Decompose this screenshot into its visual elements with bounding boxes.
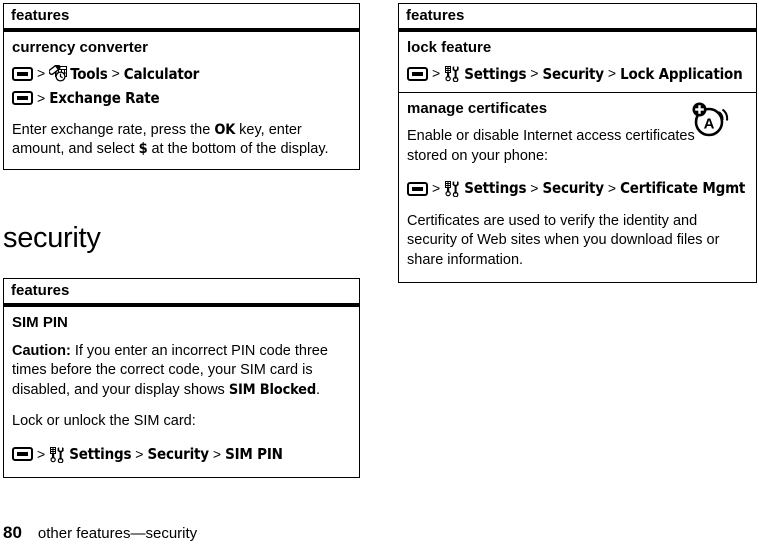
path-separator: > bbox=[37, 89, 46, 106]
path-separator: > bbox=[37, 445, 46, 462]
path-step-label: Certificate Mgmt bbox=[620, 179, 746, 198]
menu-path-lock-application: > Settings > Security > Lock Application bbox=[407, 63, 748, 86]
row-note: Certificates are used to verify the iden… bbox=[407, 212, 720, 268]
table-header-features: features bbox=[399, 4, 756, 33]
path-separator: > bbox=[530, 65, 539, 82]
menu-key-icon bbox=[12, 91, 33, 106]
certificate-badge-icon: A bbox=[690, 100, 732, 145]
menu-path-exchange-rate: > Exchange Rate bbox=[12, 87, 351, 110]
path-step-label: Security bbox=[147, 444, 209, 463]
path-separator: > bbox=[607, 65, 617, 82]
row-title-lock-feature: lock feature bbox=[407, 39, 492, 57]
menu-key-icon bbox=[407, 181, 428, 196]
row-title-currency-converter: currency converter bbox=[12, 39, 148, 57]
menu-key-icon bbox=[407, 66, 428, 81]
settings-icon bbox=[445, 181, 459, 198]
path-separator: > bbox=[212, 445, 222, 462]
row-description: Enable or disable Internet access certif… bbox=[407, 128, 695, 164]
path-step-label: Security bbox=[542, 64, 604, 83]
path-step-label: Calculator bbox=[123, 64, 200, 83]
screen-term-ok: OK bbox=[214, 121, 236, 138]
features-table-currency-converter: features currency converter > Tools > Ca… bbox=[3, 3, 360, 170]
row-instruction-text: Lock or unlock the SIM card: bbox=[12, 413, 196, 430]
svg-text:A: A bbox=[704, 116, 715, 133]
tools-icon bbox=[49, 65, 68, 82]
path-step-label: Settings bbox=[464, 64, 527, 83]
table-header-features: features bbox=[4, 4, 359, 33]
path-separator: > bbox=[135, 445, 144, 462]
path-step-label: SIM PIN bbox=[225, 444, 283, 463]
table-row: SIM PIN Caution: If you enter an incorre… bbox=[4, 307, 359, 477]
row-description: Enter exchange rate, press the OK key, e… bbox=[12, 121, 329, 158]
row-title-sim-pin: SIM PIN bbox=[12, 314, 68, 332]
menu-path-certificate-mgmt: > Settings > Security > Certificate Mgmt bbox=[407, 177, 748, 200]
path-separator: > bbox=[432, 180, 441, 197]
path-separator: > bbox=[37, 65, 46, 82]
menu-path-calculator: > Tools > Calculator bbox=[12, 63, 351, 86]
features-table-sim-pin: features SIM PIN Caution: If you enter a… bbox=[3, 278, 360, 479]
breadcrumb: other features—security bbox=[37, 525, 198, 542]
page-footer: 80 other features—security bbox=[3, 523, 197, 543]
table-row: currency converter > Tools > Calculator … bbox=[4, 32, 359, 168]
path-step-label: Security bbox=[542, 179, 604, 198]
path-step-label: Lock Application bbox=[620, 64, 743, 83]
screen-term-sim-blocked: SIM Blocked bbox=[228, 381, 316, 398]
path-separator: > bbox=[432, 65, 441, 82]
row-caution-text: Caution: If you enter an incorrect PIN c… bbox=[12, 342, 328, 398]
table-row: lock feature > Settings > Security > Loc… bbox=[399, 32, 756, 92]
table-header-features: features bbox=[4, 279, 359, 308]
menu-path-sim-pin: > Settings > Security > SIM PIN bbox=[12, 443, 351, 466]
settings-icon bbox=[50, 446, 64, 463]
path-step-label: Settings bbox=[464, 179, 527, 198]
caution-label: Caution: bbox=[12, 342, 71, 359]
menu-key-icon bbox=[12, 447, 33, 461]
page-number: 80 bbox=[3, 523, 22, 542]
menu-key-icon bbox=[12, 66, 33, 81]
path-separator: > bbox=[530, 180, 539, 197]
path-separator: > bbox=[607, 180, 617, 197]
settings-icon bbox=[445, 66, 459, 83]
path-step-label: Exchange Rate bbox=[49, 89, 160, 107]
path-separator: > bbox=[111, 65, 120, 82]
page-section-heading: security bbox=[3, 222, 101, 254]
path-step-label: Tools bbox=[70, 64, 108, 83]
path-step-label: Settings bbox=[69, 444, 132, 463]
